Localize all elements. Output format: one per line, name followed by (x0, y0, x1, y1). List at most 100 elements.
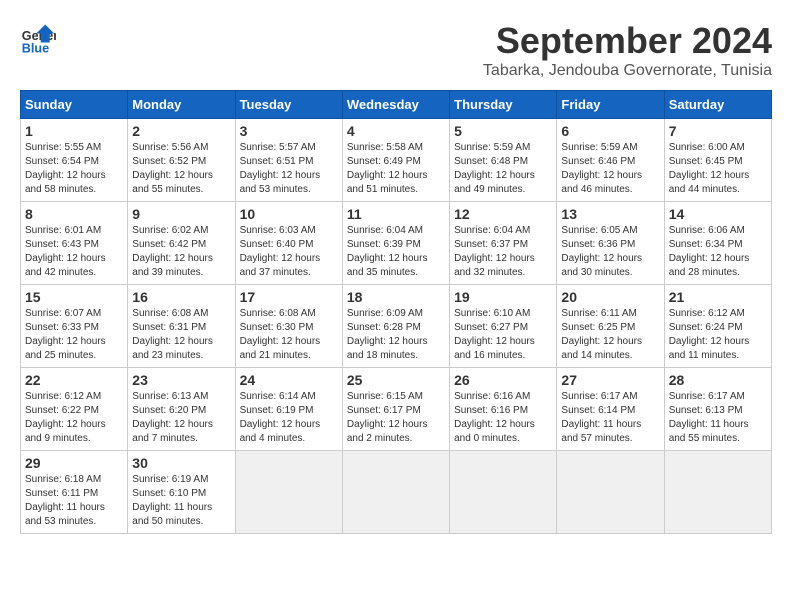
day-number: 5 (454, 123, 552, 139)
day-number: 25 (347, 372, 445, 388)
location-subtitle: Tabarka, Jendouba Governorate, Tunisia (483, 62, 772, 80)
day-number: 6 (561, 123, 659, 139)
cell-info: Sunrise: 6:09 AM Sunset: 6:28 PM Dayligh… (347, 307, 445, 363)
day-number: 14 (669, 206, 767, 222)
calendar-cell: 18 Sunrise: 6:09 AM Sunset: 6:28 PM Dayli… (342, 285, 449, 368)
calendar-cell: 1 Sunrise: 5:55 AM Sunset: 6:54 PM Daylig… (21, 119, 128, 202)
day-number: 19 (454, 289, 552, 305)
cell-info: Sunrise: 6:08 AM Sunset: 6:31 PM Dayligh… (132, 307, 230, 363)
day-number: 2 (132, 123, 230, 139)
cell-info: Sunrise: 6:18 AM Sunset: 6:11 PM Dayligh… (25, 473, 123, 529)
calendar-cell: 28 Sunrise: 6:17 AM Sunset: 6:13 PM Dayli… (664, 368, 771, 451)
calendar-cell: 10 Sunrise: 6:03 AM Sunset: 6:40 PM Dayli… (235, 202, 342, 285)
calendar-cell: 14 Sunrise: 6:06 AM Sunset: 6:34 PM Dayli… (664, 202, 771, 285)
calendar-cell: 20 Sunrise: 6:11 AM Sunset: 6:25 PM Dayli… (557, 285, 664, 368)
day-number: 27 (561, 372, 659, 388)
calendar-week-4: 22 Sunrise: 6:12 AM Sunset: 6:22 PM Dayli… (21, 368, 772, 451)
cell-info: Sunrise: 5:59 AM Sunset: 6:46 PM Dayligh… (561, 141, 659, 197)
cell-info: Sunrise: 5:59 AM Sunset: 6:48 PM Dayligh… (454, 141, 552, 197)
day-number: 24 (240, 372, 338, 388)
calendar-cell: 2 Sunrise: 5:56 AM Sunset: 6:52 PM Daylig… (128, 119, 235, 202)
calendar-week-1: 1 Sunrise: 5:55 AM Sunset: 6:54 PM Daylig… (21, 119, 772, 202)
calendar-cell (557, 451, 664, 534)
calendar-cell: 3 Sunrise: 5:57 AM Sunset: 6:51 PM Daylig… (235, 119, 342, 202)
calendar-table: SundayMondayTuesdayWednesdayThursdayFrid… (20, 90, 772, 534)
cell-info: Sunrise: 6:12 AM Sunset: 6:22 PM Dayligh… (25, 390, 123, 446)
calendar-cell: 7 Sunrise: 6:00 AM Sunset: 6:45 PM Daylig… (664, 119, 771, 202)
calendar-cell: 22 Sunrise: 6:12 AM Sunset: 6:22 PM Dayli… (21, 368, 128, 451)
cell-info: Sunrise: 6:10 AM Sunset: 6:27 PM Dayligh… (454, 307, 552, 363)
day-number: 13 (561, 206, 659, 222)
day-number: 17 (240, 289, 338, 305)
cell-info: Sunrise: 6:17 AM Sunset: 6:14 PM Dayligh… (561, 390, 659, 446)
day-number: 9 (132, 206, 230, 222)
calendar-cell: 5 Sunrise: 5:59 AM Sunset: 6:48 PM Daylig… (450, 119, 557, 202)
day-number: 28 (669, 372, 767, 388)
cell-info: Sunrise: 6:07 AM Sunset: 6:33 PM Dayligh… (25, 307, 123, 363)
day-number: 15 (25, 289, 123, 305)
calendar-cell: 13 Sunrise: 6:05 AM Sunset: 6:36 PM Dayli… (557, 202, 664, 285)
calendar-cell (342, 451, 449, 534)
calendar-cell (450, 451, 557, 534)
calendar-cell: 24 Sunrise: 6:14 AM Sunset: 6:19 PM Dayli… (235, 368, 342, 451)
day-number: 29 (25, 455, 123, 471)
calendar-cell: 12 Sunrise: 6:04 AM Sunset: 6:37 PM Dayli… (450, 202, 557, 285)
day-number: 26 (454, 372, 552, 388)
day-number: 1 (25, 123, 123, 139)
weekday-header-wednesday: Wednesday (342, 91, 449, 119)
day-number: 12 (454, 206, 552, 222)
cell-info: Sunrise: 6:14 AM Sunset: 6:19 PM Dayligh… (240, 390, 338, 446)
calendar-week-5: 29 Sunrise: 6:18 AM Sunset: 6:11 PM Dayli… (21, 451, 772, 534)
day-number: 30 (132, 455, 230, 471)
cell-info: Sunrise: 6:04 AM Sunset: 6:39 PM Dayligh… (347, 224, 445, 280)
calendar-cell: 30 Sunrise: 6:19 AM Sunset: 6:10 PM Dayli… (128, 451, 235, 534)
weekday-header-monday: Monday (128, 91, 235, 119)
cell-info: Sunrise: 6:04 AM Sunset: 6:37 PM Dayligh… (454, 224, 552, 280)
calendar-cell: 23Sunrise: 6:13 AM Sunset: 6:20 PM Dayli… (128, 368, 235, 451)
calendar-week-2: 8Sunrise: 6:01 AM Sunset: 6:43 PM Daylig… (21, 202, 772, 285)
day-number: 20 (561, 289, 659, 305)
weekday-header-saturday: Saturday (664, 91, 771, 119)
cell-info: Sunrise: 6:19 AM Sunset: 6:10 PM Dayligh… (132, 473, 230, 529)
cell-info: Sunrise: 6:11 AM Sunset: 6:25 PM Dayligh… (561, 307, 659, 363)
day-number: 18 (347, 289, 445, 305)
day-number: 8 (25, 206, 123, 222)
cell-info: Sunrise: 6:00 AM Sunset: 6:45 PM Dayligh… (669, 141, 767, 197)
cell-info: Sunrise: 6:02 AM Sunset: 6:42 PM Dayligh… (132, 224, 230, 280)
day-number: 10 (240, 206, 338, 222)
calendar-cell: 29 Sunrise: 6:18 AM Sunset: 6:11 PM Dayli… (21, 451, 128, 534)
calendar-cell: 25 Sunrise: 6:15 AM Sunset: 6:17 PM Dayli… (342, 368, 449, 451)
calendar-body: 1 Sunrise: 5:55 AM Sunset: 6:54 PM Daylig… (21, 119, 772, 534)
cell-info: Sunrise: 6:05 AM Sunset: 6:36 PM Dayligh… (561, 224, 659, 280)
cell-info: Sunrise: 5:55 AM Sunset: 6:54 PM Dayligh… (25, 141, 123, 197)
cell-info: Sunrise: 6:13 AM Sunset: 6:20 PM Dayligh… (132, 390, 230, 446)
weekday-header-row: SundayMondayTuesdayWednesdayThursdayFrid… (21, 91, 772, 119)
weekday-header-thursday: Thursday (450, 91, 557, 119)
title-area: September 2024 Tabarka, Jendouba Governo… (483, 20, 772, 80)
cell-info: Sunrise: 6:15 AM Sunset: 6:17 PM Dayligh… (347, 390, 445, 446)
cell-info: Sunrise: 6:08 AM Sunset: 6:30 PM Dayligh… (240, 307, 338, 363)
cell-info: Sunrise: 6:12 AM Sunset: 6:24 PM Dayligh… (669, 307, 767, 363)
logo-icon: General Blue (20, 20, 56, 56)
day-number: 21 (669, 289, 767, 305)
page-header: General Blue September 2024 Tabarka, Jen… (20, 20, 772, 80)
cell-info: Sunrise: 6:06 AM Sunset: 6:34 PM Dayligh… (669, 224, 767, 280)
calendar-cell: 17 Sunrise: 6:08 AM Sunset: 6:30 PM Dayli… (235, 285, 342, 368)
cell-info: Sunrise: 5:57 AM Sunset: 6:51 PM Dayligh… (240, 141, 338, 197)
day-number: 4 (347, 123, 445, 139)
cell-info: Sunrise: 5:56 AM Sunset: 6:52 PM Dayligh… (132, 141, 230, 197)
calendar-cell: 26 Sunrise: 6:16 AM Sunset: 6:16 PM Dayli… (450, 368, 557, 451)
weekday-header-friday: Friday (557, 91, 664, 119)
weekday-header-tuesday: Tuesday (235, 91, 342, 119)
day-number: 22 (25, 372, 123, 388)
cell-info: Sunrise: 6:17 AM Sunset: 6:13 PM Dayligh… (669, 390, 767, 446)
day-number: 7 (669, 123, 767, 139)
calendar-cell: 19 Sunrise: 6:10 AM Sunset: 6:27 PM Dayli… (450, 285, 557, 368)
calendar-week-3: 15 Sunrise: 6:07 AM Sunset: 6:33 PM Dayli… (21, 285, 772, 368)
calendar-cell: 8Sunrise: 6:01 AM Sunset: 6:43 PM Daylig… (21, 202, 128, 285)
day-number: 16 (132, 289, 230, 305)
calendar-cell (664, 451, 771, 534)
day-number: 3 (240, 123, 338, 139)
cell-info: Sunrise: 6:03 AM Sunset: 6:40 PM Dayligh… (240, 224, 338, 280)
cell-info: Sunrise: 6:16 AM Sunset: 6:16 PM Dayligh… (454, 390, 552, 446)
